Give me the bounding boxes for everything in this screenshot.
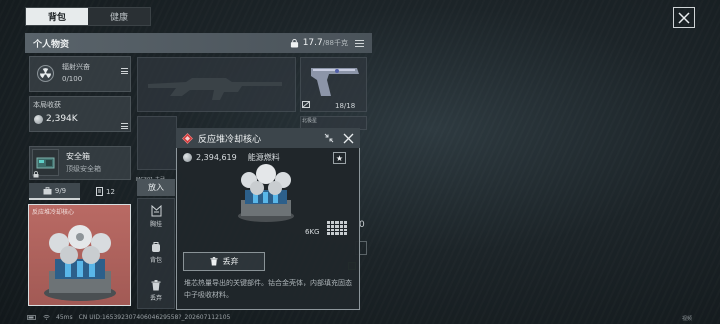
action-discard[interactable]: 丢弃: [137, 280, 175, 302]
weight-unit: /88千克: [322, 39, 348, 47]
lock-icon: [33, 171, 39, 178]
vest-count: 12: [106, 187, 115, 196]
weight-value: 17.7: [302, 38, 323, 48]
trash-icon: [209, 257, 218, 266]
harvest-amount: 2,394K: [46, 114, 78, 124]
action-backpack-label: 背包: [149, 257, 162, 264]
reactor-core-image: [44, 225, 116, 301]
action-backpack[interactable]: 背包: [137, 241, 175, 264]
ping-readout: 45ms: [56, 314, 73, 321]
tab-briefcase[interactable]: 9/9: [29, 183, 80, 200]
coin-icon: [183, 153, 192, 162]
tab-vest[interactable]: 12: [80, 183, 131, 200]
weight-readout: 17.7/88千克: [303, 38, 348, 48]
reactor-core-slot[interactable]: 反应堆冷却核心: [28, 204, 131, 306]
safe-box-sub: 顶级安全箱: [66, 165, 101, 173]
action-chest-rig[interactable]: 胸挂: [137, 205, 175, 228]
sidearm-ammo-count: 18/18: [335, 102, 356, 110]
popup-description: 堆芯热量导出的关键部件。钴合金壳体，内部填充固态中子吸收材料。: [184, 279, 352, 299]
vest-icon: [96, 187, 104, 196]
discard-button[interactable]: 丢弃: [183, 252, 265, 271]
popup-close-icon[interactable]: [343, 133, 354, 144]
close-button[interactable]: [673, 7, 695, 28]
star-icon: ★: [335, 153, 344, 163]
action-chest-rig-label: 胸挂: [149, 221, 162, 228]
radiation-name: 辐射兴奋: [62, 63, 90, 71]
radiation-menu-icon[interactable]: [121, 68, 128, 74]
popup-header: 反应堆冷却核心: [176, 128, 360, 148]
radiation-value: 0/100: [62, 75, 83, 83]
put-in-header: 放入: [137, 179, 175, 196]
rarity-diamond-icon: [182, 132, 193, 144]
briefcase-count: 9/9: [54, 186, 67, 195]
action-discard-label: 丢弃: [149, 295, 162, 302]
header-menu-icon[interactable]: [355, 39, 364, 47]
safe-box-name: 安全箱: [66, 152, 90, 161]
personal-items-title: 个人物资: [33, 39, 70, 50]
discard-label: 丢弃: [222, 257, 239, 266]
battery-icon: [27, 315, 36, 320]
harvest-menu-icon[interactable]: [121, 123, 128, 129]
favorite-button[interactable]: ★: [333, 152, 346, 164]
close-icon: [678, 11, 690, 24]
wifi-icon: [43, 315, 50, 320]
attachment-icon: [302, 101, 310, 108]
tab-health[interactable]: 健康: [88, 8, 150, 25]
chest-rig-icon: [151, 205, 161, 217]
collapse-icon[interactable]: [324, 133, 334, 143]
personal-items-header: 个人物资 17.7/88千克: [25, 33, 372, 53]
primary-weapon-slot[interactable]: [137, 57, 296, 112]
sidearm-slot[interactable]: [300, 57, 367, 112]
status-bar: 45ms CN UID:16539230740604629558?_202607…: [27, 314, 230, 321]
trash-icon: [151, 280, 161, 291]
popup-value: 2,394,619: [196, 153, 237, 162]
popup-weight: 6KG: [305, 228, 320, 236]
secondary-sidearm-label: 北极星: [302, 118, 318, 124]
harvest-label: 本局收获: [33, 101, 61, 109]
rifle-silhouette-icon: [148, 78, 282, 100]
weight-icon: [290, 38, 298, 48]
radiation-icon: [37, 65, 54, 82]
secondary-weapon-slot[interactable]: [137, 116, 177, 170]
harvest-value: 2,394K: [34, 114, 78, 124]
tab-backpack[interactable]: 背包: [26, 8, 88, 25]
backpack-icon: [152, 242, 160, 252]
size-grid-icon: [327, 221, 347, 235]
reactor-core-preview-image: [238, 164, 294, 222]
top-tabs: 背包 健康: [25, 7, 151, 26]
container-tabs: 9/9 12: [29, 183, 131, 200]
briefcase-icon: [43, 186, 52, 194]
user-id: CN UID:16539230740604629558?_20260711210…: [78, 314, 231, 321]
status-right-label: 视频: [682, 316, 693, 322]
reactor-slot-label: 反应堆冷却核心: [32, 209, 75, 216]
popup-title: 反应堆冷却核心: [198, 134, 262, 145]
pistol-icon: [311, 68, 359, 96]
coin-icon: [34, 114, 43, 124]
